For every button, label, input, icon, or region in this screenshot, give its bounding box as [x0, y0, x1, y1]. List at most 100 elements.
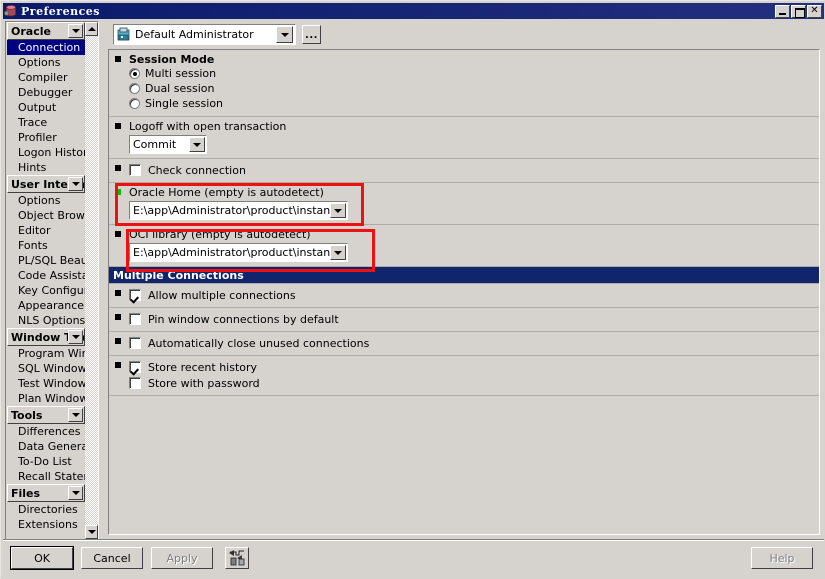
sidebar-item-data-generator[interactable]: Data Generator: [6, 439, 86, 454]
sidebar-item-to-do-list[interactable]: To-Do List: [6, 454, 86, 469]
sidebar-item-nls-options[interactable]: NLS Options: [6, 313, 86, 328]
checkbox-check-connection[interactable]: Check connection: [129, 162, 819, 178]
sidebar-item-extensions[interactable]: Extensions: [6, 517, 86, 532]
sidebar-item-label: Extensions: [18, 518, 78, 531]
connection-option-section: Automatically close unused connections: [109, 332, 819, 356]
sidebar-item-sql-window[interactable]: SQL Window: [6, 361, 86, 376]
radio-dual-session[interactable]: Dual session: [129, 81, 819, 96]
section-marker-icon: [115, 290, 121, 296]
sidebar-item-hints[interactable]: Hints: [6, 160, 86, 175]
section-marker-icon: [115, 338, 121, 344]
close-icon[interactable]: ✕: [807, 4, 822, 18]
connection-option-section: Allow multiple connections: [109, 284, 819, 308]
checkbox-automatically-close-unused-connections[interactable]: Automatically close unused connections: [129, 335, 819, 351]
sidebar-item-plan-window[interactable]: Plan Window: [6, 391, 86, 406]
sidebar-item-label: Compiler: [18, 71, 68, 84]
preferences-category-list[interactable]: Oracle Connection Options Compiler Debugger O…: [5, 21, 99, 540]
ok-button[interactable]: OK: [11, 547, 73, 569]
radio-single-session[interactable]: Single session: [129, 96, 819, 111]
radio-multi-session[interactable]: Multi session: [129, 66, 819, 81]
radio-button-icon[interactable]: [129, 68, 140, 79]
scroll-up-arrow-icon[interactable]: [85, 22, 98, 36]
chevron-down-icon[interactable]: [68, 408, 83, 422]
sidebar-group-header[interactable]: Tools: [7, 406, 85, 424]
sidebar-item-debugger[interactable]: Debugger: [6, 85, 86, 100]
sidebar-item-appearance[interactable]: Appearance: [6, 298, 86, 313]
profile-browse-button[interactable]: ...: [302, 25, 321, 44]
checkbox-label: Automatically close unused connections: [148, 336, 370, 350]
oci-library-input[interactable]: E:\app\Administrator\product\instantclie: [129, 243, 348, 262]
sidebar-item-trace[interactable]: Trace: [6, 115, 86, 130]
sidebar-item-code-assistant[interactable]: Code Assistant: [6, 268, 86, 283]
sidebar-item-label: Data Generator: [18, 440, 86, 453]
sidebar-item-options[interactable]: Options: [6, 193, 86, 208]
radio-button-icon[interactable]: [129, 98, 140, 109]
sidebar-item-pl-sql-beautifi[interactable]: PL/SQL Beautifi: [6, 253, 86, 268]
chevron-down-icon[interactable]: [330, 245, 346, 260]
preferences-detail-panel: Default Administrator ... Session Mode Mu…: [103, 21, 822, 540]
checkbox-label: Check connection: [148, 163, 246, 177]
chevron-down-icon[interactable]: [68, 330, 83, 344]
sidebar-item-logon-history[interactable]: Logon History: [6, 145, 86, 160]
sidebar-item-profiler[interactable]: Profiler: [6, 130, 86, 145]
sidebar-item-object-browser[interactable]: Object Browser: [6, 208, 86, 223]
sidebar-item-editor[interactable]: Editor: [6, 223, 86, 238]
checkbox-store-recent-history[interactable]: Store recent history: [129, 359, 819, 375]
sidebar-item-program-windo[interactable]: Program Windo: [6, 346, 86, 361]
window-body: Oracle Connection Options Compiler Debugger O…: [3, 21, 824, 540]
multiple-connections-header[interactable]: Multiple Connections: [109, 267, 819, 284]
sidebar-item-directories[interactable]: Directories: [6, 502, 86, 517]
chevron-down-icon[interactable]: [68, 24, 83, 38]
radio-button-icon[interactable]: [129, 83, 140, 94]
minimize-icon[interactable]: [775, 4, 790, 18]
checkbox-icon[interactable]: [129, 289, 141, 301]
oracle-home-title: Oracle Home (empty is autodetect): [129, 186, 324, 199]
section-marker-icon: [115, 314, 121, 320]
logoff-action-select[interactable]: Commit: [129, 135, 207, 154]
sidebar-item-differences[interactable]: Differences: [6, 424, 86, 439]
sidebar-item-label: PL/SQL Beautifi: [18, 254, 86, 267]
sidebar-item-output[interactable]: Output: [6, 100, 86, 115]
chevron-down-icon[interactable]: [189, 137, 205, 152]
checkbox-allow-multiple-connections[interactable]: Allow multiple connections: [129, 287, 819, 303]
sidebar-scrollbar-track[interactable]: [85, 36, 98, 525]
help-button: Help: [751, 547, 813, 569]
checkbox-icon[interactable]: [129, 361, 141, 373]
sidebar-item-label: Key Configurat: [18, 284, 86, 297]
connection-option-section: Pin window connections by default: [109, 308, 819, 332]
sidebar-group-header[interactable]: Files: [7, 484, 85, 502]
checkbox-icon[interactable]: [129, 164, 141, 176]
sidebar-item-compiler[interactable]: Compiler: [6, 70, 86, 85]
sidebar-item-label: Directories: [18, 503, 78, 516]
profile-select[interactable]: Default Administrator: [113, 24, 296, 45]
checkbox-icon[interactable]: [129, 313, 141, 325]
chevron-down-icon[interactable]: [68, 486, 83, 500]
chevron-down-icon[interactable]: [68, 177, 83, 191]
import-export-icon[interactable]: [225, 547, 249, 569]
chevron-down-icon[interactable]: [330, 203, 346, 218]
checkbox-pin-window-connections-by-default[interactable]: Pin window connections by default: [129, 311, 819, 327]
sidebar-group-header[interactable]: Window Type: [7, 328, 85, 346]
radio-label: Dual session: [145, 82, 215, 95]
chevron-down-icon[interactable]: [276, 26, 293, 43]
checkbox-store-with-password[interactable]: Store with password: [129, 375, 819, 391]
oracle-home-input[interactable]: E:\app\Administrator\product\instantclie: [129, 201, 348, 220]
checkbox-icon[interactable]: [129, 377, 141, 389]
sidebar-scrollbar[interactable]: [85, 22, 98, 539]
sidebar-item-fonts[interactable]: Fonts: [6, 238, 86, 253]
maximize-icon[interactable]: [791, 4, 806, 18]
sidebar-item-test-window[interactable]: Test Window: [6, 376, 86, 391]
sidebar-item-label: Appearance: [18, 299, 85, 312]
sidebar-item-label: Options: [18, 194, 61, 207]
sidebar-item-key-configurat[interactable]: Key Configurat: [6, 283, 86, 298]
scroll-down-arrow-icon[interactable]: [85, 525, 98, 539]
sidebar-item-recall-statemen[interactable]: Recall Statemen: [6, 469, 86, 484]
sidebar-item-options[interactable]: Options: [6, 55, 86, 70]
checkbox-icon[interactable]: [129, 337, 141, 349]
cancel-button[interactable]: Cancel: [81, 547, 143, 569]
sidebar-item-connection[interactable]: Connection: [7, 40, 85, 55]
sidebar-item-label: Logon History: [18, 146, 86, 159]
sidebar-group-header[interactable]: Oracle: [7, 22, 85, 40]
sidebar-item-label: Profiler: [18, 131, 57, 144]
sidebar-group-header[interactable]: User Interfa: [7, 175, 85, 193]
